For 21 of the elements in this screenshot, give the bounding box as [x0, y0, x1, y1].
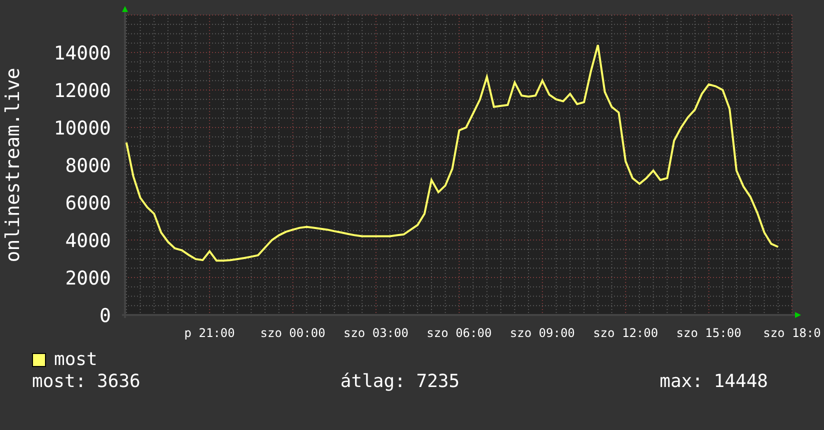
axis-label: 12000 [54, 80, 111, 102]
stat-value: max: 14448 [660, 371, 768, 393]
axis-label: szo 09:00 [510, 326, 575, 340]
axis-label: p 21:00 [184, 326, 235, 340]
axis-label: szo 03:00 [343, 326, 408, 340]
axis-label: 8000 [65, 155, 111, 177]
axis-label: szo 15:00 [676, 326, 742, 340]
axis-label: 6000 [65, 192, 111, 214]
axis-label: szo 18:0 [763, 326, 821, 340]
stat-value: átlag: 7235 [340, 371, 460, 393]
axis-label: 0 [100, 305, 111, 327]
legend-label: most [54, 349, 98, 371]
axis-title: onlinestream.live [2, 68, 24, 262]
axis-label: 2000 [65, 268, 111, 290]
axis-label: szo 06:00 [426, 326, 492, 340]
stat-value: most: 3636 [32, 371, 140, 393]
axis-label: 14000 [54, 42, 111, 64]
axis-label: szo 12:00 [593, 326, 658, 340]
axis-label: 4000 [65, 230, 111, 252]
axis-label: 10000 [54, 118, 111, 140]
axis-label: szo 00:00 [260, 326, 326, 340]
